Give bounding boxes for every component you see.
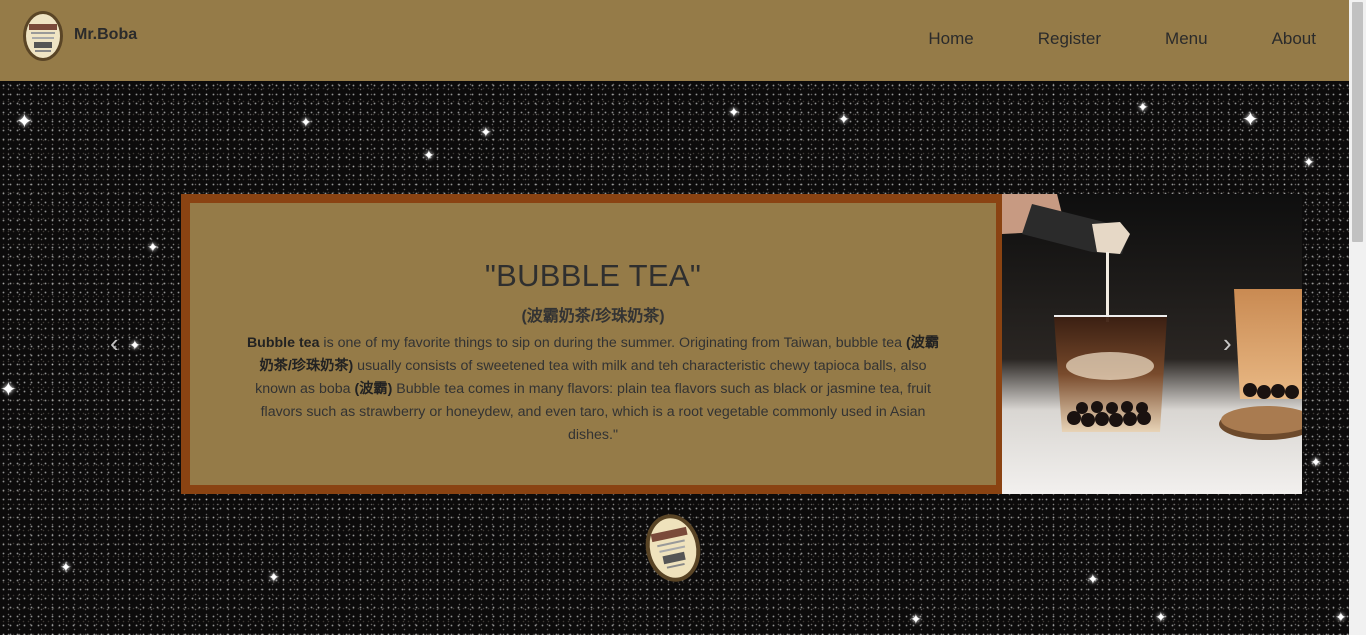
- carousel: "BUBBLE TEA" (波霸奶茶/珍珠奶茶) Bubble tea is o…: [181, 194, 1302, 494]
- carousel-prev-icon[interactable]: ‹: [110, 330, 119, 356]
- vertical-scrollbar[interactable]: [1349, 0, 1366, 635]
- scrollbar-thumb[interactable]: [1352, 2, 1363, 242]
- boba-tea-photo: [1002, 194, 1302, 494]
- brand[interactable]: Mr.Boba: [22, 10, 137, 62]
- nav-register-link[interactable]: Register: [1038, 29, 1101, 49]
- sparkle-star: ✦: [147, 239, 159, 255]
- sparkle-star: ✦: [1303, 154, 1315, 170]
- desc-text: is one of my favorite things to sip on d…: [319, 335, 906, 351]
- nav-about-link[interactable]: About: [1272, 29, 1316, 49]
- sparkle-star: ✦: [1087, 571, 1099, 587]
- sparkle-star: ✦: [1242, 109, 1259, 131]
- sparkle-star: ✦: [60, 559, 72, 575]
- sparkle-star: ✦: [1155, 609, 1167, 625]
- boba-cup-logo-icon: [23, 11, 63, 61]
- sparkle-star: ✦: [838, 111, 850, 127]
- sparkle-star: ✦: [910, 611, 922, 627]
- sparkle-star: ✦: [300, 114, 312, 130]
- nav-home-link[interactable]: Home: [928, 29, 973, 49]
- sparkle-star: ✦: [480, 124, 492, 140]
- sparkle-star: ✦: [16, 111, 33, 133]
- desc-bold: (波霸): [354, 381, 393, 397]
- brand-name: Mr.Boba: [74, 26, 138, 43]
- slide-description: Bubble tea is one of my favorite things …: [243, 332, 943, 447]
- sparkle-star: ✦: [1335, 609, 1347, 625]
- sparkle-star: ✦: [0, 379, 17, 401]
- sparkle-star: ✦: [423, 147, 435, 163]
- carousel-text-panel: "BUBBLE TEA" (波霸奶茶/珍珠奶茶) Bubble tea is o…: [181, 194, 1002, 494]
- top-navbar: Mr.Boba Home Register Menu About: [0, 0, 1349, 81]
- boba-tea-photo-illustration: [1002, 194, 1302, 494]
- nav-menu-link[interactable]: Menu: [1165, 29, 1208, 49]
- boba-cup-logo-icon[interactable]: [644, 512, 702, 584]
- sparkle-star: ✦: [1137, 99, 1149, 115]
- slide-subtitle: (波霸奶茶/珍珠奶茶): [521, 308, 665, 325]
- carousel-next-icon[interactable]: ›: [1223, 330, 1232, 356]
- sparkle-star: ✦: [728, 104, 740, 120]
- main-nav: Home Register Menu About: [864, 29, 1316, 49]
- sparkle-star: ✦: [129, 337, 141, 353]
- desc-bold: Bubble tea: [246, 335, 320, 351]
- sparkle-star: ✦: [1310, 454, 1322, 470]
- sparkle-star: ✦: [268, 569, 280, 585]
- slide-title: "BUBBLE TEA": [484, 258, 702, 293]
